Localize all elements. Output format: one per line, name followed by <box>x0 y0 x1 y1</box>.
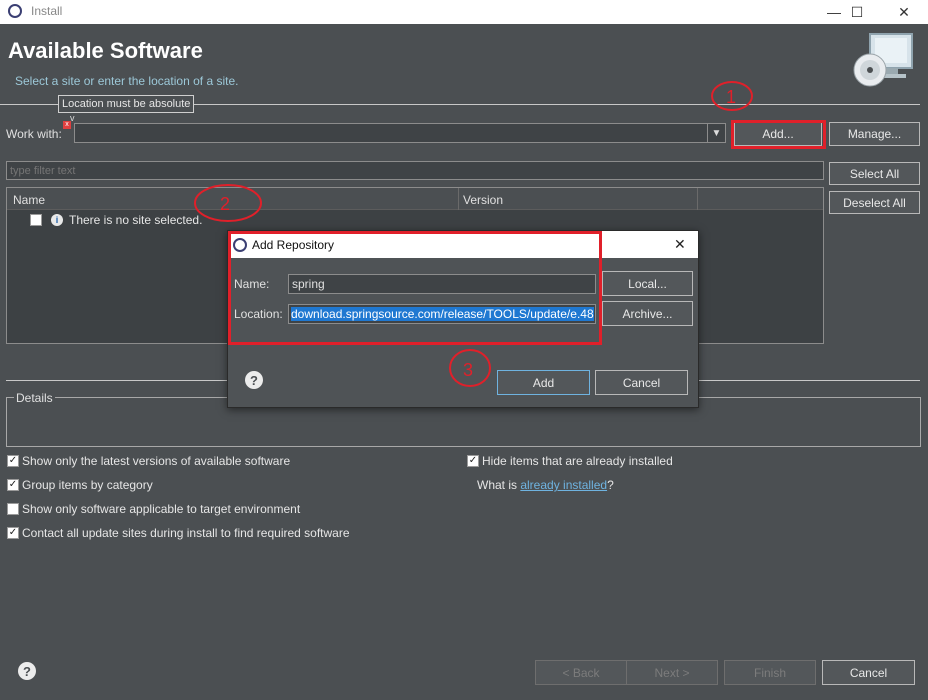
handwritten-annotations: 1 2 3 <box>194 81 753 387</box>
annotation-mark-3: 3 <box>463 360 473 380</box>
annotation-mark-1: 1 <box>726 87 736 107</box>
annotation-mark-2: 2 <box>220 194 230 214</box>
